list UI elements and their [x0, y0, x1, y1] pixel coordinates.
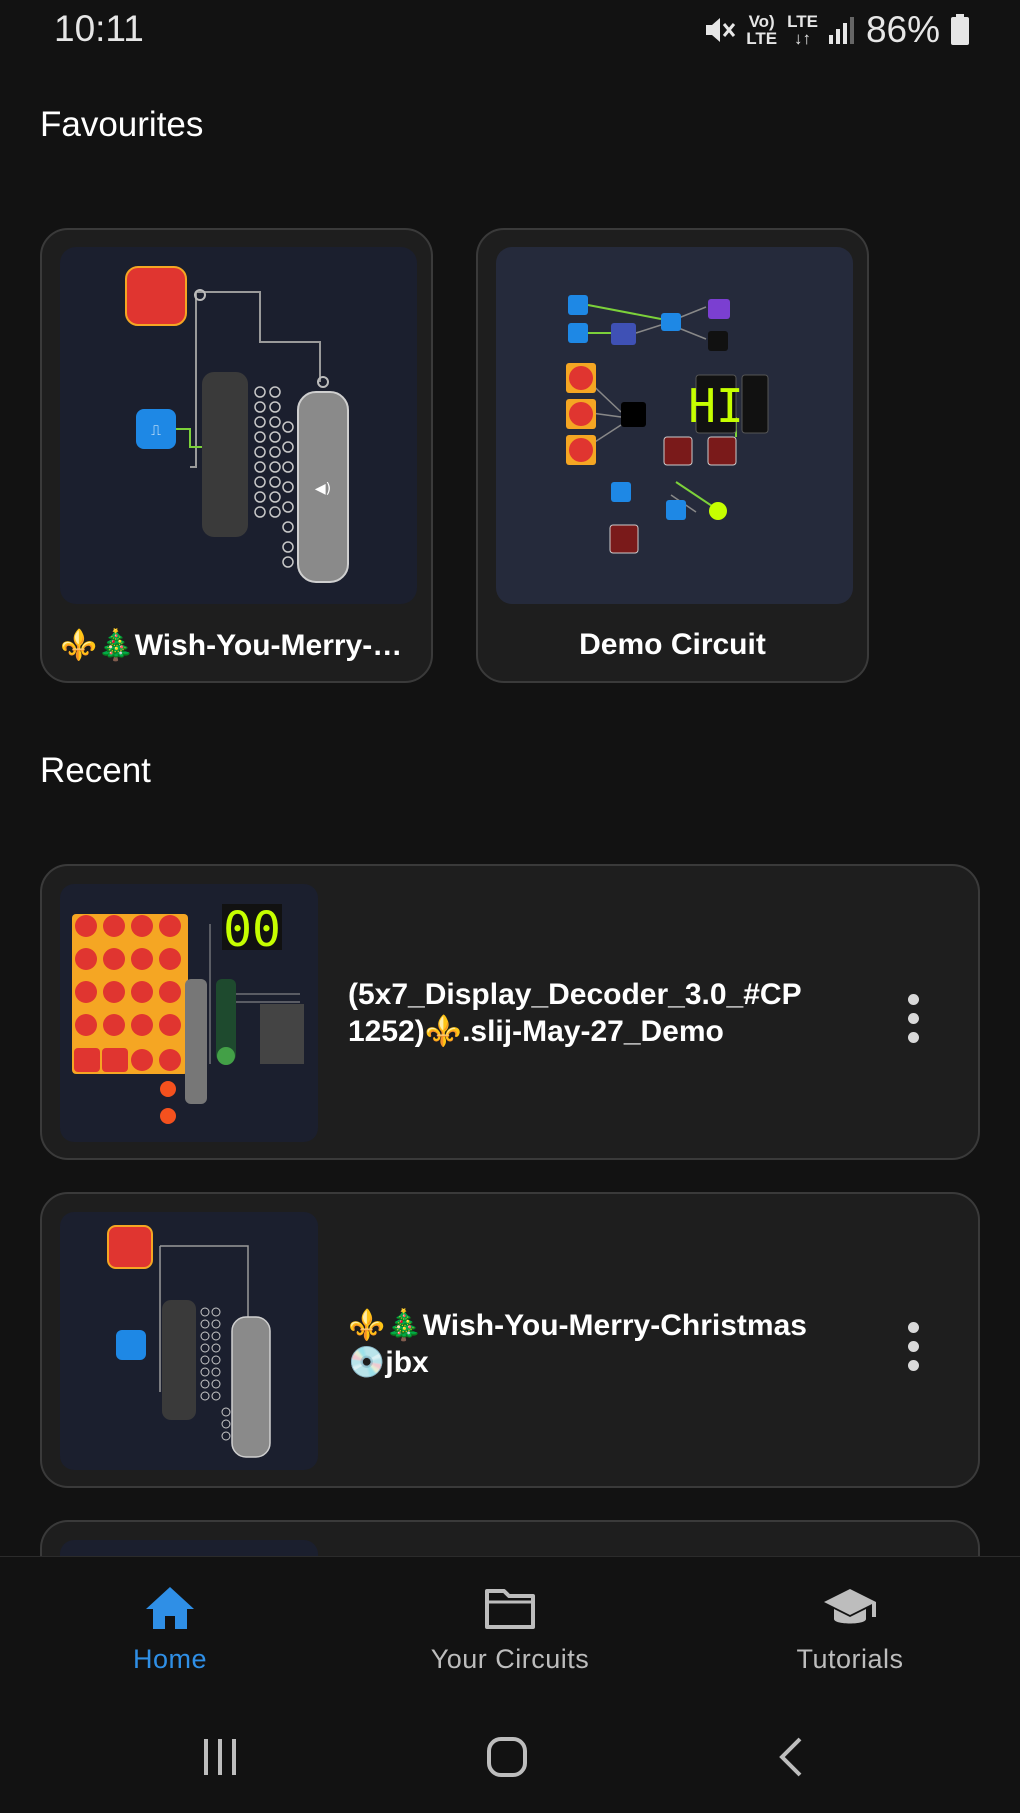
- nav-home-label: Home: [132, 1644, 208, 1674]
- status-bar: 10:11 Vo) LTE LTE ↓↑ 86%: [0, 0, 1020, 60]
- nav-tutorials[interactable]: Tutorials: [740, 1585, 960, 1675]
- svg-text:◀): ◀): [315, 481, 331, 497]
- more-options-icon[interactable]: [906, 1322, 920, 1371]
- favourite-card-wish-you-merry-christmas[interactable]: ⎍ ◀) ⚜️🎄Wish-You-Merry-C...: [40, 228, 433, 683]
- recent-apps-icon[interactable]: [200, 1737, 240, 1777]
- nav-tutorials-label: Tutorials: [796, 1644, 904, 1674]
- favourites-heading: Favourites: [40, 105, 204, 144]
- back-icon[interactable]: [776, 1735, 806, 1779]
- more-options-icon[interactable]: [906, 994, 920, 1043]
- bottom-navigation: Home Your Circuits Tutorials: [0, 1556, 1020, 1697]
- battery-percent: 86%: [865, 9, 940, 50]
- circuit-thumbnail: ⎍ ◀): [60, 247, 417, 604]
- favourite-title: ⚜️🎄Wish-You-Merry-C...: [60, 629, 413, 662]
- home-system-icon[interactable]: [485, 1735, 529, 1779]
- svg-text:⎍: ⎍: [151, 423, 161, 439]
- status-icons: Vo) LTE LTE ↓↑ 86%: [702, 8, 970, 52]
- recent-item[interactable]: ⚜️🎄Wish-You-Merry-Christmas 💿jbx: [40, 1192, 980, 1488]
- nav-your-circuits[interactable]: Your Circuits: [400, 1585, 620, 1675]
- seven-segment-display: 00: [223, 902, 281, 958]
- recent-item[interactable]: 00 (5x7_Display_Decoder_3.0_#CP1252)⚜️.s…: [40, 864, 980, 1160]
- seven-segment-display: HI: [688, 379, 743, 433]
- recent-item-title: (5x7_Display_Decoder_3.0_#CP1252)⚜️.slij…: [348, 978, 802, 1048]
- nav-your-circuits-label: Your Circuits: [430, 1644, 590, 1674]
- graduation-cap-icon: [824, 1589, 876, 1624]
- nav-home[interactable]: Home: [60, 1585, 280, 1675]
- home-icon: [146, 1587, 194, 1629]
- folder-icon: [485, 1589, 535, 1629]
- favourite-card-demo-circuit[interactable]: HI Demo Circuit: [476, 228, 869, 683]
- system-navigation-bar: [0, 1697, 1020, 1813]
- battery-icon: [951, 14, 969, 45]
- mute-icon: [706, 18, 736, 42]
- circuit-thumbnail: HI: [496, 247, 853, 604]
- recent-item-title: ⚜️🎄Wish-You-Merry-Christmas 💿jbx: [348, 1309, 807, 1379]
- circuit-thumbnail: 00: [60, 884, 318, 1142]
- circuit-thumbnail: [60, 1212, 318, 1470]
- signal-icon: [828, 17, 854, 44]
- favourite-title: Demo Circuit: [579, 628, 766, 661]
- lte-indicator: LTE ↓↑: [787, 12, 818, 48]
- volte-indicator: Vo) LTE: [746, 12, 778, 48]
- status-time: 10:11: [54, 8, 144, 49]
- recent-heading: Recent: [40, 751, 151, 790]
